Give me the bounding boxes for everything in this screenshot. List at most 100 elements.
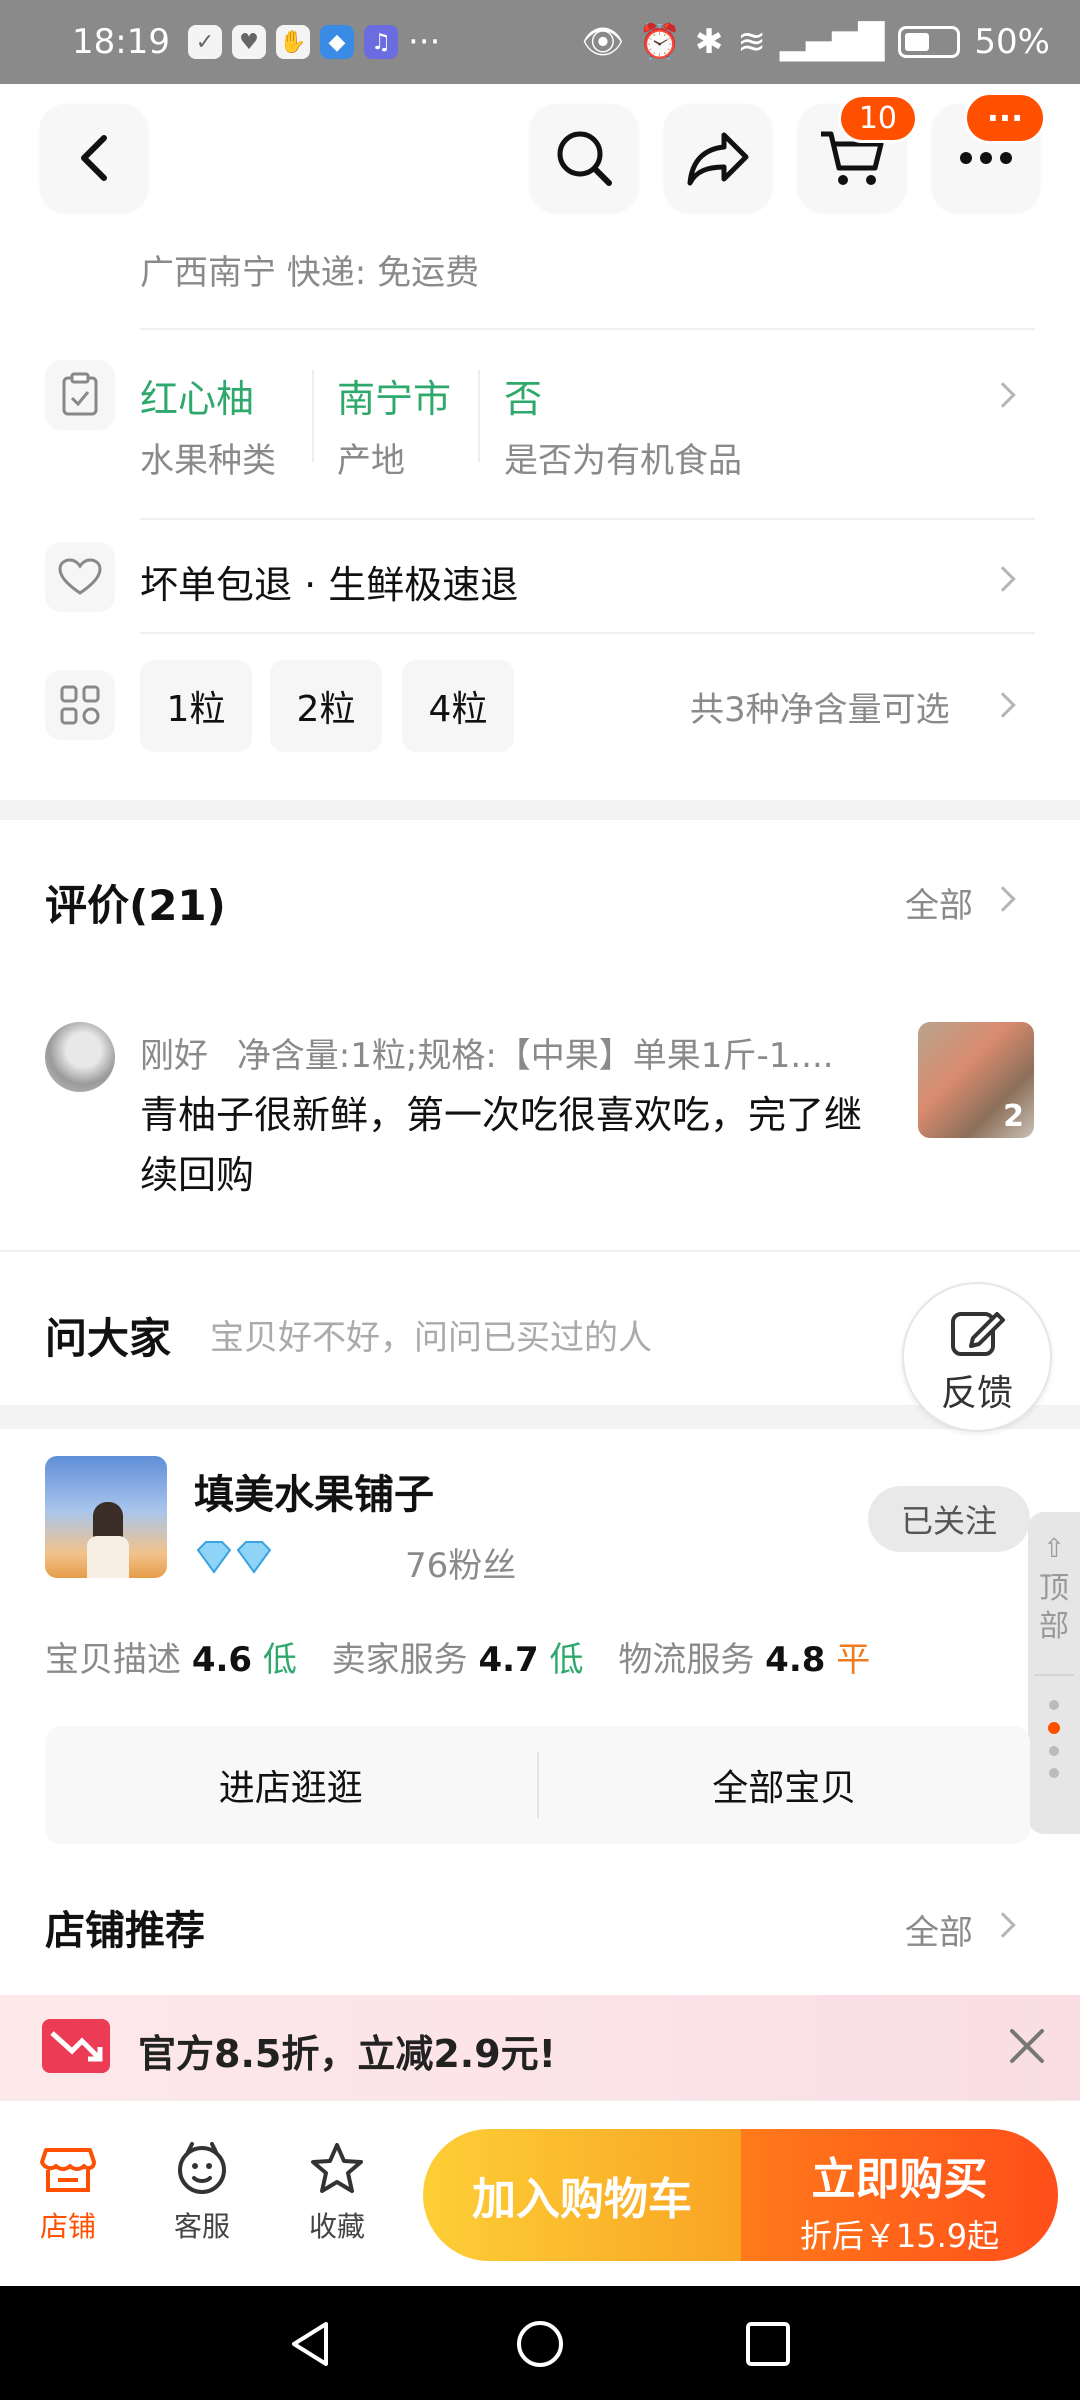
follow-button[interactable]: 已关注: [868, 1486, 1030, 1552]
tab-store[interactable]: 店铺: [18, 2137, 118, 2245]
promo-text: 官方8.5折，立减2.9元!: [138, 2032, 556, 2076]
review-text[interactable]: 青柚子很新鲜，第一次吃很喜欢吃，完了继续回购: [140, 1085, 880, 1205]
review-photo-count: 2: [1003, 1099, 1024, 1134]
guarantee-text: 坏单包退 · 生鲜极速退: [140, 563, 519, 607]
shop-name[interactable]: 填美水果铺子: [194, 1462, 434, 1520]
diamond-icon: [196, 1541, 272, 1574]
chevron-right-icon: [990, 692, 1016, 718]
score-desc-value: 4.6: [191, 1640, 253, 1680]
notification-icon: ✓: [187, 25, 222, 59]
more-notifications-icon: ···: [407, 22, 441, 62]
close-promo-button[interactable]: [1006, 2025, 1048, 2071]
status-bar: 18:19 ✓ ♥ ✋ ◆ ♫ ··· 👁 ⏰ ✱ ≋ ▂▄▆█ 50%: [0, 0, 1080, 84]
back-button[interactable]: [40, 104, 148, 212]
recommend-all-link[interactable]: 全部: [905, 1905, 973, 1954]
review-spec: 净含量:1粒;规格:【中果】单果1斤-1....: [236, 1036, 834, 1076]
more-icon: [960, 152, 1012, 164]
cart-button[interactable]: 10: [798, 94, 918, 212]
all-items-button[interactable]: 全部宝贝: [539, 1759, 1031, 1811]
variant-option[interactable]: 1粒: [140, 660, 252, 752]
score-desc-label: 宝贝描述: [45, 1640, 181, 1680]
top-nav: 10 ···: [0, 84, 1080, 234]
close-icon: [1010, 2029, 1044, 2063]
alarm-icon: ⏰: [638, 22, 681, 62]
score-service-value: 4.7: [478, 1640, 539, 1680]
status-time: 18:19: [72, 22, 170, 62]
attr-value-organic: 否: [504, 377, 543, 421]
wifi-icon: ≋: [737, 22, 766, 62]
search-button[interactable]: [530, 104, 638, 212]
recommend-title: 店铺推荐: [45, 1908, 205, 1954]
more-button[interactable]: ···: [932, 92, 1046, 212]
bottom-action-bar: 店铺 客服 收藏 加入购物车 立即购买 折后￥15.9起: [0, 2100, 1080, 2286]
feedback-label: 反馈: [940, 1373, 1013, 1414]
enter-shop-button[interactable]: 进店逛逛: [45, 1759, 537, 1811]
square-recents-icon: [746, 2322, 790, 2366]
chevron-right-icon: [990, 1912, 1016, 1938]
battery-icon: [898, 26, 961, 58]
chevron-right-icon: [990, 566, 1016, 592]
divider: [140, 518, 1035, 520]
chevron-right-icon: [990, 886, 1016, 912]
signal-icon: ▂▄▆█: [779, 22, 885, 62]
system-nav-bar: [0, 2286, 1080, 2400]
shop-avatar[interactable]: [45, 1456, 167, 1578]
service-icon: [152, 2137, 252, 2199]
variant-option[interactable]: 2粒: [270, 660, 382, 752]
reviewer-name: 刚好: [140, 1036, 208, 1076]
shop-scores: 宝贝描述 4.6 低 卖家服务 4.7 低 物流服务 4.8 平: [45, 1632, 870, 1681]
reviews-all-link[interactable]: 全部: [905, 878, 973, 927]
add-to-cart-button[interactable]: 加入购物车: [423, 2129, 741, 2261]
attr-value-origin: 南宁市: [337, 377, 452, 421]
star-icon: [287, 2137, 387, 2199]
variant-summary[interactable]: 共3种净含量可选: [690, 682, 950, 731]
hand-icon: ✋: [275, 25, 310, 59]
arrow-up-icon: ⇧: [1043, 1534, 1065, 1564]
score-service-level: 低: [549, 1640, 584, 1680]
reviewer-avatar[interactable]: [45, 1022, 115, 1092]
promo-banner[interactable]: 官方8.5折，立减2.9元!: [0, 1995, 1080, 2100]
divider: [140, 632, 1035, 634]
score-desc-level: 低: [262, 1640, 297, 1680]
heart-icon: ♥: [231, 25, 266, 59]
review-photo[interactable]: 2: [918, 1022, 1034, 1138]
shop-level-diamonds: [194, 1540, 278, 1580]
share-button[interactable]: [664, 104, 772, 212]
score-logistics-level: 平: [836, 1640, 871, 1680]
chevron-right-icon: [990, 382, 1016, 408]
buy-now-price: 折后￥15.9起: [799, 2217, 1000, 2255]
eye-icon: 👁: [581, 22, 625, 62]
tab-favorite-label: 收藏: [308, 2210, 365, 2243]
tab-service-label: 客服: [173, 2210, 230, 2243]
reviews-title: 评价(21): [45, 881, 226, 930]
music-icon: ♫: [363, 25, 398, 59]
system-back-button[interactable]: [286, 2318, 334, 2374]
app-icon: ◆: [319, 25, 354, 59]
tab-service[interactable]: 客服: [152, 2137, 252, 2245]
heart-outline-icon: [45, 542, 115, 612]
home-circle-icon: [517, 2321, 563, 2367]
ask-hint[interactable]: 宝贝好不好，问问已买过的人: [210, 1310, 652, 1359]
attr-label-organic: 是否为有机食品: [504, 441, 742, 481]
back-to-top-label: 顶部: [1039, 1571, 1069, 1644]
search-icon: [557, 131, 612, 186]
divider: [140, 328, 1035, 330]
shop-actions: 进店逛逛 全部宝贝: [45, 1726, 1030, 1844]
buy-now-button[interactable]: 立即购买 折后￥15.9起: [741, 2129, 1058, 2261]
clipboard-icon: [45, 360, 115, 430]
ask-title: 问大家: [45, 1314, 172, 1363]
guarantee-row[interactable]: 坏单包退 · 生鲜极速退: [0, 530, 1080, 630]
attr-label-fruit-type: 水果种类: [140, 441, 276, 481]
shop-fans: 76粉丝: [405, 1546, 517, 1586]
attr-value-fruit-type: 红心柚: [140, 377, 255, 421]
side-float-bar[interactable]: ⇧ 顶部: [1028, 1512, 1080, 1834]
attr-label-origin: 产地: [337, 441, 405, 481]
buy-now-label: 立即购买: [811, 2154, 988, 2205]
system-home-button[interactable]: [514, 2318, 566, 2374]
grid-icon: [45, 670, 115, 740]
variant-option[interactable]: 4粒: [402, 660, 514, 752]
feedback-button[interactable]: 反馈: [902, 1282, 1052, 1432]
product-attributes-row[interactable]: 红心柚 水果种类 南宁市 产地 否 是否为有机食品: [0, 340, 1080, 515]
system-recents-button[interactable]: [744, 2320, 792, 2372]
tab-favorite[interactable]: 收藏: [287, 2137, 387, 2245]
